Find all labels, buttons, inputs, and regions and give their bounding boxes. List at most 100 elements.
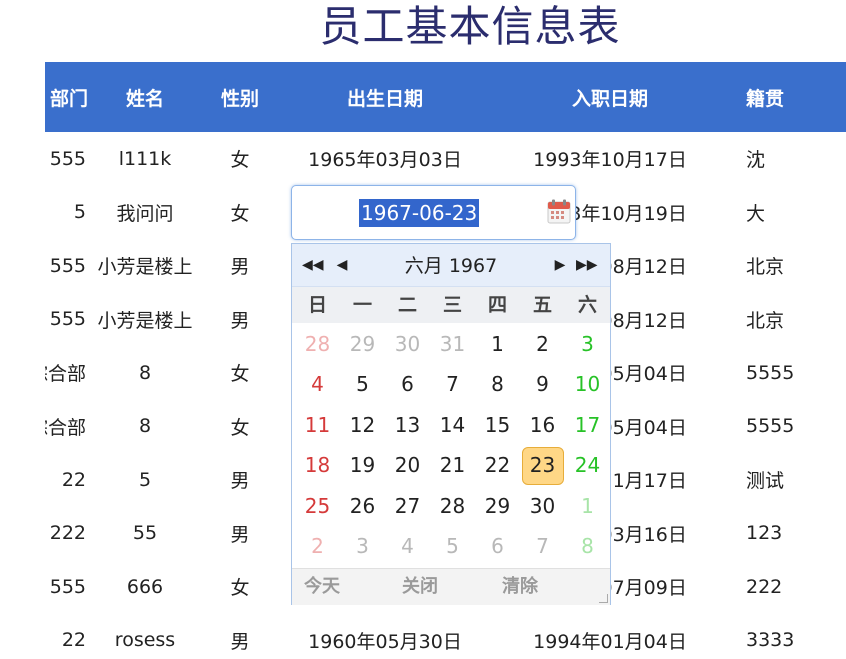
cell-name: l111k [118,147,172,170]
birthdate-date-input[interactable]: 1967-06-23 [291,185,576,240]
calendar-day[interactable]: 3 [340,526,385,566]
cell-gender: 男 [230,470,250,493]
calendar-day[interactable]: 29 [340,324,385,364]
calendar-day[interactable]: 7 [430,364,475,404]
calendar-day-number: 16 [529,412,556,437]
cell-hiredate: 1993年10月17日 [533,149,687,172]
date-input-value[interactable]: 1967-06-23 [359,199,480,227]
calendar-day[interactable]: 28 [295,324,340,364]
calendar-day[interactable]: 8 [565,526,610,566]
calendar-day-number: 29 [484,493,511,518]
calendar-day[interactable]: 14 [430,405,475,445]
calendar-day[interactable]: 22 [475,445,520,485]
calendar-day-number: 31 [439,332,466,356]
calendar-day-number: 22 [484,453,511,478]
calendar-day[interactable]: 16 [520,405,565,445]
calendar-day-number: 3 [356,533,369,558]
calendar-day-selected[interactable]: 23 [520,445,565,485]
calendar-day[interactable]: 19 [340,445,385,485]
calendar-day[interactable]: 13 [385,405,430,445]
weekday-label: 三 [442,294,462,316]
calendar-day[interactable]: 27 [385,486,430,526]
calendar-day[interactable]: 1 [565,486,610,526]
cell-name: 小芳是楼上 [97,309,193,332]
calendar-icon[interactable] [547,199,571,225]
calendar-day[interactable]: 6 [385,364,430,404]
calendar-day[interactable]: 15 [475,405,520,445]
calendar-day-number: 8 [581,533,594,558]
calendar-day-number: 12 [349,412,376,437]
cell-dept: 综合部 [45,416,86,439]
calendar-day[interactable]: 21 [430,445,475,485]
today-button[interactable]: 今天 [304,569,340,605]
calendar-day[interactable]: 26 [340,486,385,526]
calendar-day[interactable]: 4 [295,364,340,404]
column-header-birthdate[interactable]: 出生日期 [280,62,490,132]
calendar-day-number: 4 [401,533,414,558]
cell-gender: 女 [230,202,250,225]
calendar-day-number: 3 [581,332,594,356]
cell-gender: 男 [230,523,250,546]
calendar-day[interactable]: 25 [295,486,340,526]
calendar-day-number: 28 [439,493,466,518]
calendar-day-number: 8 [491,372,504,397]
calendar-day[interactable]: 4 [385,526,430,566]
calendar-day-number: 2 [311,533,324,558]
weekday-label: 六 [577,294,597,316]
calendar-day-number: 27 [394,493,421,518]
column-header-name[interactable]: 姓名 [90,62,200,132]
calendar-day[interactable]: 12 [340,405,385,445]
calendar-day[interactable]: 11 [295,405,340,445]
calendar-day[interactable]: 18 [295,445,340,485]
cell-dept: 综合部 [45,363,86,386]
weekday-label: 五 [532,294,552,316]
cell-name: 8 [138,415,152,438]
column-header-gender[interactable]: 性别 [200,62,280,132]
calendar-day[interactable]: 10 [565,364,610,404]
calendar-day[interactable]: 24 [565,445,610,485]
column-header-dept[interactable]: 部门 [45,62,90,132]
cell-name: 666 [126,575,164,598]
calendar-day[interactable]: 29 [475,486,520,526]
calendar-day[interactable]: 31 [430,324,475,364]
calendar-day[interactable]: 28 [430,486,475,526]
cell-hometown: 北京 [746,256,785,279]
clear-button[interactable]: 清除 [502,569,538,605]
cell-name: 55 [132,522,158,545]
calendar-day-number: 6 [491,533,504,558]
prev-year-button[interactable]: ◀◀ [302,244,324,286]
calendar-day[interactable]: 17 [565,405,610,445]
column-header-hiredate[interactable]: 入职日期 [490,62,730,132]
prev-month-button[interactable]: ◀ [332,244,352,286]
calendar-day-number: 5 [446,533,459,558]
calendar-day[interactable]: 7 [520,526,565,566]
calendar-day-number: 18 [304,453,331,478]
weekday-label: 日 [307,294,327,316]
calendar-day[interactable]: 1 [475,324,520,364]
table-row[interactable]: 555 l111k 女 1965年03月03日 1993年10月17日 沈 [45,132,846,186]
calendar-day-number: 26 [349,493,376,518]
cell-hometown: 123 [746,522,783,545]
close-button[interactable]: 关闭 [402,569,438,605]
calendar-day[interactable]: 30 [520,486,565,526]
calendar-day[interactable]: 6 [475,526,520,566]
calendar-day[interactable]: 9 [520,364,565,404]
calendar-day[interactable]: 8 [475,364,520,404]
next-month-button[interactable]: ▶ [550,244,570,286]
column-header-hometown[interactable]: 籍贯 [730,62,846,132]
cell-gender: 男 [230,630,250,653]
calendar-day[interactable]: 20 [385,445,430,485]
calendar-day[interactable]: 5 [430,526,475,566]
calendar-day-number: 15 [484,412,511,437]
calendar-day-number: 10 [574,372,601,397]
calendar-day[interactable]: 3 [565,324,610,364]
table-row[interactable]: 22 rosess 男 1960年05月30日 1994年01月04日 3333 [45,614,846,659]
cell-hometown: 5555 [746,361,795,384]
next-year-button[interactable]: ▶▶ [576,244,598,286]
calendar-day[interactable]: 5 [340,364,385,404]
cell-gender: 男 [230,309,250,332]
calendar-day[interactable]: 2 [520,324,565,364]
cell-name: 小芳是楼上 [97,256,193,279]
calendar-day[interactable]: 30 [385,324,430,364]
calendar-day[interactable]: 2 [295,526,340,566]
